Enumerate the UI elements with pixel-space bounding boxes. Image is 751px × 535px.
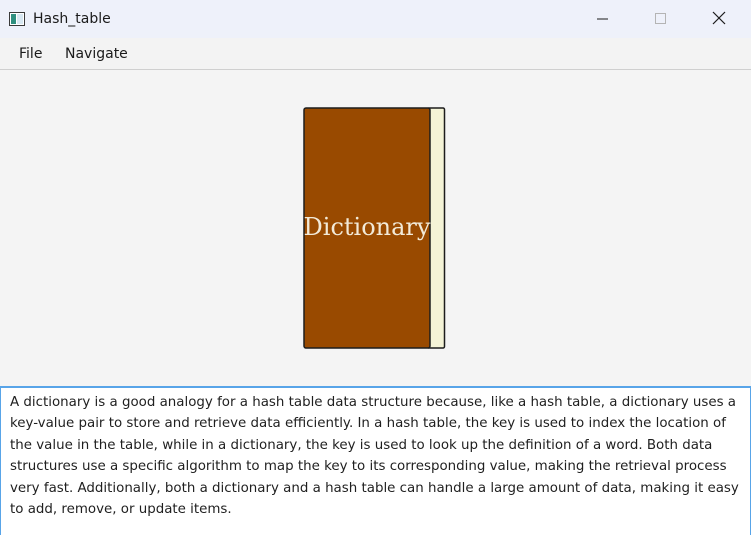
close-button[interactable]	[690, 0, 748, 38]
dictionary-book-illustration: Dictionary	[303, 107, 447, 354]
menu-bar: File Navigate	[0, 38, 751, 70]
description-text: A dictionary is a good analogy for a has…	[10, 395, 739, 518]
title-bar: Hash_table	[0, 0, 751, 38]
app-window: Hash_table File Navigate Dictionary A di…	[0, 0, 751, 535]
description-text-area[interactable]: A dictionary is a good analogy for a has…	[0, 386, 751, 535]
maximize-button[interactable]	[632, 0, 690, 38]
minimize-button[interactable]	[574, 0, 632, 38]
minimize-icon	[597, 10, 609, 29]
maximize-icon	[655, 10, 667, 29]
close-icon	[712, 10, 726, 29]
menu-file[interactable]: File	[19, 45, 42, 63]
menu-navigate[interactable]: Navigate	[65, 45, 128, 63]
main-content: Dictionary	[0, 70, 751, 386]
window-title: Hash_table	[33, 11, 111, 27]
app-window-icon	[9, 11, 25, 26]
book-title: Dictionary	[304, 213, 431, 241]
